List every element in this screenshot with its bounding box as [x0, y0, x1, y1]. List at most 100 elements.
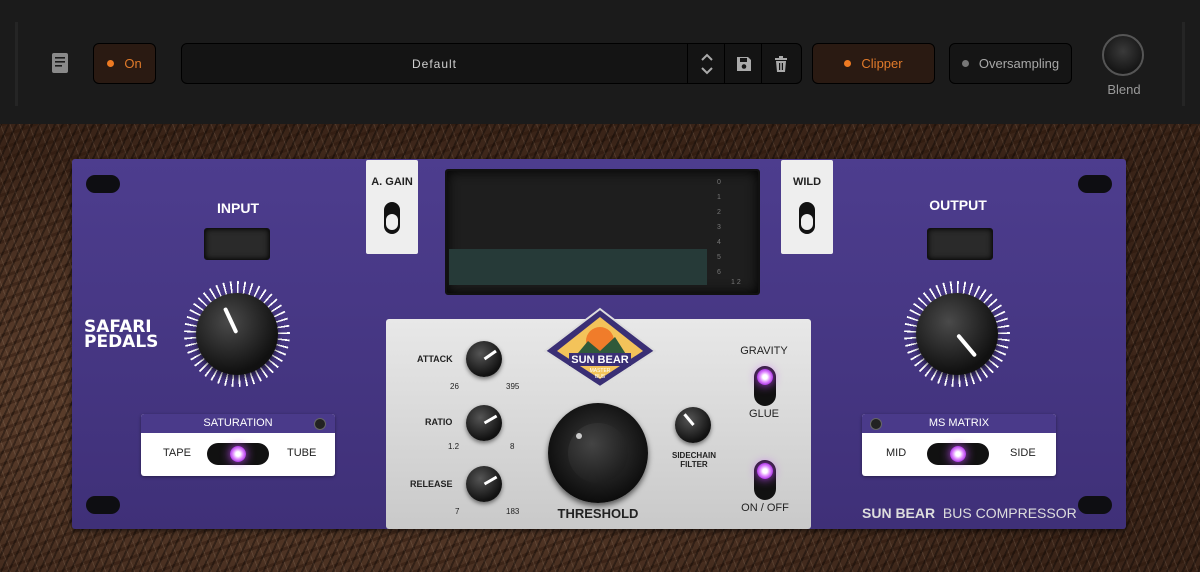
- release-label: RELEASE: [410, 479, 453, 489]
- input-knob[interactable]: [184, 281, 290, 387]
- meter-bar: [449, 249, 707, 285]
- ms-lamp-icon: [950, 446, 966, 462]
- left-rail: [15, 22, 18, 106]
- threshold-knob[interactable]: [548, 403, 648, 503]
- blend-knob[interactable]: [1102, 34, 1144, 76]
- compressor-power-switch[interactable]: [754, 460, 776, 500]
- power-button[interactable]: On: [93, 43, 156, 84]
- gravity-lamp-icon: [757, 369, 773, 385]
- meter-channels: 1 2: [731, 279, 741, 286]
- host-toolbar: On Default Clipper Oversampling Blend: [0, 0, 1200, 124]
- gravity-label: GRAVITY: [740, 345, 788, 357]
- sidechain-line1: SIDECHAIN: [671, 451, 716, 460]
- clipper-indicator-icon: [844, 60, 852, 67]
- clipper-button[interactable]: Clipper: [812, 43, 935, 84]
- preset-name[interactable]: Default: [182, 44, 687, 83]
- attack-knob[interactable]: [466, 341, 502, 377]
- ms-side-label: SIDE: [1010, 447, 1036, 459]
- meter-tick: 1: [717, 194, 721, 201]
- attack-knob-pointer: [483, 349, 497, 361]
- toggle-knob: [801, 214, 813, 230]
- power-lamp-icon: [757, 463, 773, 479]
- sun-bear-logo: SUN BEAR MASTER BUS: [543, 307, 657, 389]
- attack-label: ATTACK: [417, 354, 453, 364]
- gain-reduction-meter: 0 1 2 3 4 5 6 1 2: [445, 169, 760, 295]
- release-knob-pointer: [483, 475, 498, 486]
- preset-prev-next[interactable]: [687, 44, 725, 83]
- delete-preset-button[interactable]: [761, 44, 799, 83]
- meter-tick: 6: [717, 269, 721, 276]
- threshold-label: THRESHOLD: [557, 506, 639, 521]
- ratio-knob-pointer: [483, 414, 498, 425]
- output-display: [927, 228, 993, 260]
- meter-tick: 3: [717, 224, 721, 231]
- wild-toggle[interactable]: [799, 202, 815, 234]
- manual-book-icon[interactable]: [50, 52, 70, 74]
- meter-tick: 0: [717, 179, 721, 186]
- meter-tick: 4: [717, 239, 721, 246]
- saturation-tape-label: TAPE: [163, 447, 191, 459]
- rack-slot: [86, 496, 120, 514]
- ratio-label: RATIO: [425, 417, 453, 427]
- ms-matrix-title: MS MATRIX: [862, 414, 1056, 433]
- meter-scale: 0 1 2 3 4 5 6 1 2: [717, 177, 753, 287]
- input-label: INPUT: [217, 200, 259, 216]
- gravity-glue-switch[interactable]: [754, 366, 776, 406]
- sidechain-knob-pointer: [683, 413, 695, 426]
- auto-gain-label: A. GAIN: [371, 176, 413, 188]
- ratio-knob[interactable]: [466, 405, 502, 441]
- product-name: SUN BEAR BUS COMPRESSOR: [862, 505, 1077, 521]
- auto-gain-toggle[interactable]: [384, 202, 400, 234]
- release-max: 183: [506, 507, 520, 516]
- input-knob-cap: [196, 293, 278, 375]
- brand-line2: PEDALS: [84, 332, 159, 352]
- saturation-switch-box: SATURATION TAPE TUBE: [141, 414, 335, 476]
- threshold-knob-cap: [568, 423, 628, 483]
- rack-slot: [86, 175, 120, 193]
- output-knob[interactable]: [904, 281, 1010, 387]
- product-subtitle: BUS COMPRESSOR: [942, 505, 1077, 521]
- trash-icon: [774, 55, 787, 72]
- output-knob-pointer: [956, 333, 978, 358]
- power-label: On: [124, 56, 142, 71]
- meter-tick: 5: [717, 254, 721, 261]
- meter-tick: 2: [717, 209, 721, 216]
- clipper-label: Clipper: [861, 56, 903, 71]
- input-knob-pointer: [222, 306, 239, 334]
- threshold-knob-pointer: [576, 433, 582, 439]
- power-indicator-icon: [107, 60, 115, 67]
- on-off-label: ON / OFF: [741, 502, 789, 514]
- right-rail: [1182, 22, 1185, 106]
- blend-label: Blend: [1107, 82, 1141, 97]
- rack-slot: [1078, 496, 1112, 514]
- logo-sub2: BUS: [595, 374, 606, 380]
- ms-mid-label: MID: [886, 447, 907, 459]
- save-icon: [736, 56, 751, 71]
- chevron-up-down-icon: [700, 53, 713, 74]
- wild-label: WILD: [792, 176, 822, 188]
- saturation-tube-label: TUBE: [287, 447, 317, 459]
- safari-pedals-logo: SAFARI PEDALS: [84, 319, 159, 352]
- output-knob-cap: [916, 293, 998, 375]
- release-knob[interactable]: [466, 466, 502, 502]
- wild-box: WILD: [781, 160, 833, 254]
- logo-title: SUN BEAR: [571, 354, 629, 366]
- attack-min: 26: [450, 382, 459, 391]
- auto-gain-box: A. GAIN: [366, 160, 418, 254]
- sidechain-filter-knob[interactable]: [675, 407, 711, 443]
- ratio-min: 1.2: [448, 442, 460, 451]
- preset-selector[interactable]: Default: [181, 43, 802, 84]
- ratio-max: 8: [510, 442, 515, 451]
- oversampling-indicator-icon: [961, 60, 969, 67]
- save-preset-button[interactable]: [724, 44, 762, 83]
- product-title: SUN BEAR: [862, 505, 936, 521]
- oversampling-button[interactable]: Oversampling: [949, 43, 1072, 84]
- oversampling-label: Oversampling: [978, 56, 1060, 71]
- screw-icon: [870, 418, 882, 430]
- ms-matrix-toggle[interactable]: [927, 443, 989, 465]
- saturation-toggle[interactable]: [207, 443, 269, 465]
- output-label: OUTPUT: [929, 197, 987, 213]
- glue-label: GLUE: [749, 408, 779, 420]
- rack-slot: [1078, 175, 1112, 193]
- input-display: [204, 228, 270, 260]
